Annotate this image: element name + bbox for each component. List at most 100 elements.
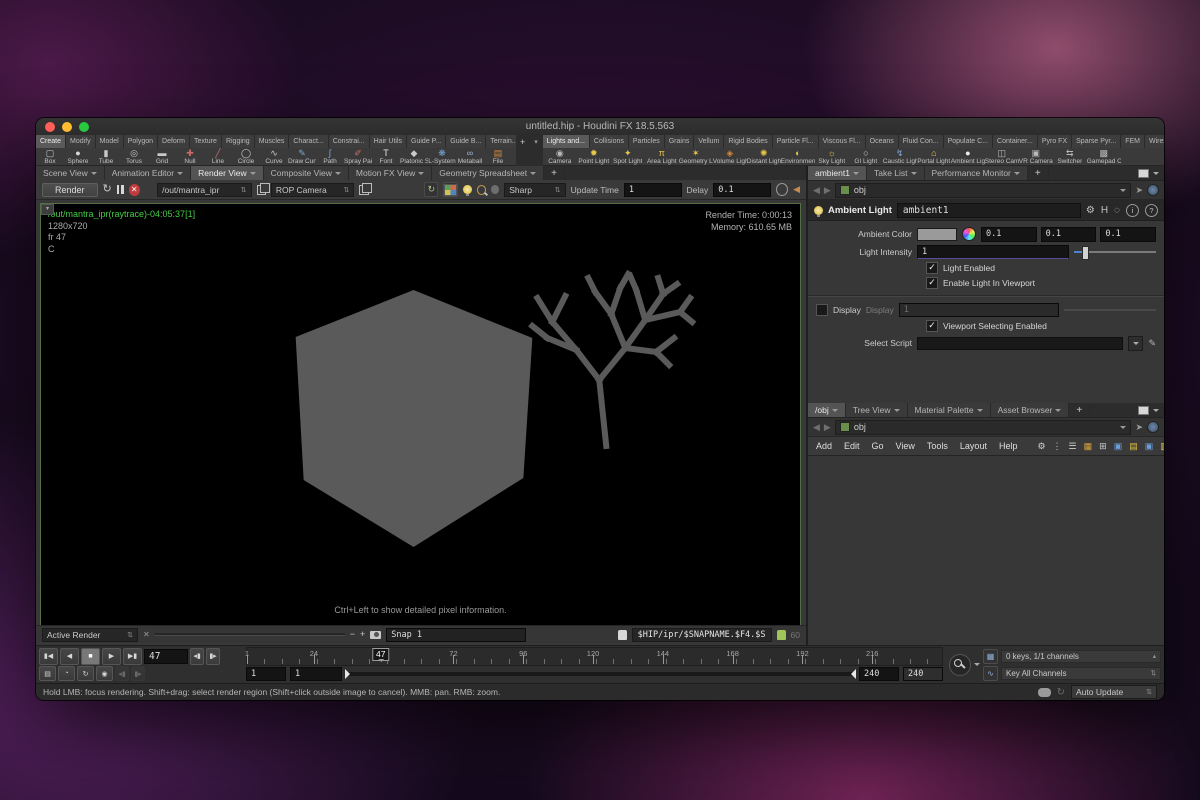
- key-menu-arrow-icon[interactable]: [974, 663, 980, 669]
- back-icon[interactable]: ◀: [813, 422, 820, 433]
- pane-maximize-icon[interactable]: [1138, 406, 1149, 415]
- pane-tab[interactable]: Material Palette: [908, 403, 991, 417]
- snapshot-save-icon[interactable]: [618, 630, 627, 640]
- animation-curve-icon[interactable]: ∿: [983, 666, 998, 681]
- pane-collapse-arrow-icon[interactable]: ◀: [793, 184, 800, 195]
- snapshot-compare-slider[interactable]: [155, 633, 345, 636]
- snapshot-frame-icon[interactable]: ↻: [424, 182, 438, 197]
- range-substart-field[interactable]: 1: [290, 667, 342, 681]
- color-wheel-icon[interactable]: [962, 227, 976, 241]
- titlebar[interactable]: untitled.hip - Houdini FX 18.5.563: [36, 118, 1164, 136]
- light-intensity-slider[interactable]: [1074, 246, 1156, 258]
- shelf-tab[interactable]: Muscles: [255, 135, 290, 148]
- pane-tab-menu-icon[interactable]: [1055, 409, 1061, 415]
- color-component-field[interactable]: 0.1: [981, 227, 1037, 242]
- shelf-tool[interactable]: ◐ Environment Light: [781, 148, 815, 165]
- pane-tab[interactable]: Scene View: [36, 166, 105, 180]
- shelf-tab[interactable]: Populate C...: [944, 135, 993, 148]
- stop[interactable]: ■: [81, 648, 100, 665]
- next-key-button[interactable]: ▮▸: [131, 666, 145, 681]
- shelf-menu-arrow-icon[interactable]: ▾: [530, 135, 543, 148]
- pane-menu-arrow-icon[interactable]: [1153, 409, 1159, 415]
- menu-item[interactable]: Edit: [844, 441, 860, 451]
- shelf-tool[interactable]: ◉ Camera: [543, 148, 577, 165]
- audio-icon[interactable]: ◔: [58, 666, 75, 681]
- select-script-dropdown[interactable]: [1128, 336, 1143, 351]
- shelf-tool[interactable]: ○ GI Light: [849, 148, 883, 165]
- shelf-tool[interactable]: ● Ambient Light: [951, 148, 985, 165]
- pane-tab[interactable]: Animation Editor: [105, 166, 191, 180]
- shelf-tool[interactable]: ● Sphere: [64, 148, 92, 165]
- snapshot-load-icon[interactable]: [777, 630, 786, 640]
- node-path-field[interactable]: obj: [835, 183, 1132, 198]
- list-icon[interactable]: ☰: [1069, 442, 1077, 451]
- shelf-tab[interactable]: Vellum: [694, 135, 724, 148]
- shelf-tab[interactable]: Sparse Pyr...: [1072, 135, 1121, 148]
- pane-tab-menu-icon[interactable]: [250, 172, 256, 178]
- add-pane-tab-button[interactable]: +: [1028, 166, 1049, 180]
- add-pane-tab-button[interactable]: +: [544, 166, 565, 180]
- shelf-tool[interactable]: ▤ File: [484, 148, 512, 165]
- shelf-tool[interactable]: π Area Light: [645, 148, 679, 165]
- rop-selector[interactable]: /out/mantra_ipr ⇅: [157, 183, 251, 197]
- shelf-tab[interactable]: Create: [36, 135, 66, 148]
- shelf-tool[interactable]: ✚ Null: [176, 148, 204, 165]
- light-intensity-field[interactable]: 1: [917, 245, 1069, 259]
- clear-snapshot-icon[interactable]: ✕: [143, 629, 150, 640]
- slider-handle[interactable]: [1082, 246, 1089, 260]
- shelf-tool[interactable]: ∫ Path: [316, 148, 344, 165]
- shelf-tab[interactable]: Texture: [190, 135, 222, 148]
- data-icon[interactable]: ▥: [1160, 442, 1164, 451]
- key-scope-selector[interactable]: Key All Channels ⇅: [1001, 667, 1161, 680]
- pane-tab[interactable]: Asset Browser: [991, 403, 1070, 417]
- pane-tab-menu-icon[interactable]: [911, 172, 917, 178]
- pane-tab[interactable]: /obj: [808, 403, 846, 417]
- notes-icon[interactable]: ▤: [1129, 442, 1138, 451]
- pane-tab-menu-icon[interactable]: [977, 409, 983, 415]
- pane-tab[interactable]: Tree View: [846, 403, 908, 417]
- snapshot-name-field[interactable]: Snap 1: [386, 628, 526, 642]
- pane-tab[interactable]: Render View: [191, 166, 264, 180]
- take-snapshot-icon[interactable]: [370, 631, 381, 639]
- shelf-tool[interactable]: ◆ Platonic Solids: [400, 148, 428, 165]
- pin-pane-icon[interactable]: ➤: [1135, 422, 1143, 433]
- viewport-selecting-checkbox[interactable]: ✓: [926, 320, 938, 332]
- range-subend-field[interactable]: 240: [903, 667, 943, 681]
- enable-light-viewport-checkbox[interactable]: ✓: [926, 277, 938, 289]
- color-swatch[interactable]: [917, 228, 957, 241]
- menu-item[interactable]: Go: [872, 441, 884, 451]
- search-icon[interactable]: ◌: [1114, 205, 1120, 216]
- channels-icon[interactable]: ▦: [983, 649, 998, 664]
- range-start-field[interactable]: 1: [246, 667, 286, 681]
- pane-maximize-icon[interactable]: [1138, 169, 1149, 178]
- gallery-icon[interactable]: ▣: [1145, 442, 1154, 451]
- play-forward[interactable]: ▶: [102, 648, 121, 665]
- forward-icon[interactable]: ▶: [824, 422, 831, 433]
- filter-selector[interactable]: Sharp ⇅: [504, 183, 565, 197]
- shelf-tab[interactable]: Polygon: [124, 135, 158, 148]
- shelf-tab[interactable]: Modify: [66, 135, 96, 148]
- shelf-tool[interactable]: ⇆ Switcher: [1053, 148, 1087, 165]
- shelf-tab[interactable]: Container...: [993, 135, 1038, 148]
- cook-refresh-icon[interactable]: ↻: [1057, 687, 1065, 698]
- pane-tab[interactable]: Take List: [867, 166, 925, 180]
- inspect-pixel-icon[interactable]: [477, 185, 486, 195]
- range-end-field[interactable]: 240: [859, 667, 899, 681]
- shelf-tab[interactable]: Fluid Con...: [899, 135, 944, 148]
- export-icon[interactable]: ▤: [39, 666, 56, 681]
- shelf-tab[interactable]: Grains: [665, 135, 695, 148]
- timeline-ruler[interactable]: 47 1247296120144168192216: [246, 647, 943, 666]
- re-render-icon[interactable]: ↻: [103, 184, 112, 195]
- shelf-tab[interactable]: Pyro FX: [1038, 135, 1072, 148]
- pane-tab-menu-icon[interactable]: [91, 172, 97, 178]
- shelf-tool[interactable]: ✹ Point Light: [577, 148, 611, 165]
- realtime-icon[interactable]: ◉: [96, 666, 113, 681]
- shelf-tool[interactable]: ∞ Metaball: [456, 148, 484, 165]
- pane-tab[interactable]: Performance Monitor: [925, 166, 1028, 180]
- render-source-selector[interactable]: Active Render ⇅: [42, 628, 138, 642]
- copy-camera-icon[interactable]: [359, 185, 368, 195]
- shelf-tab[interactable]: Oceans: [866, 135, 899, 148]
- stop-render-icon[interactable]: ✕: [129, 184, 140, 196]
- dropdown-arrow-icon[interactable]: [1120, 189, 1126, 195]
- shelf-tab[interactable]: Wires: [1145, 135, 1164, 148]
